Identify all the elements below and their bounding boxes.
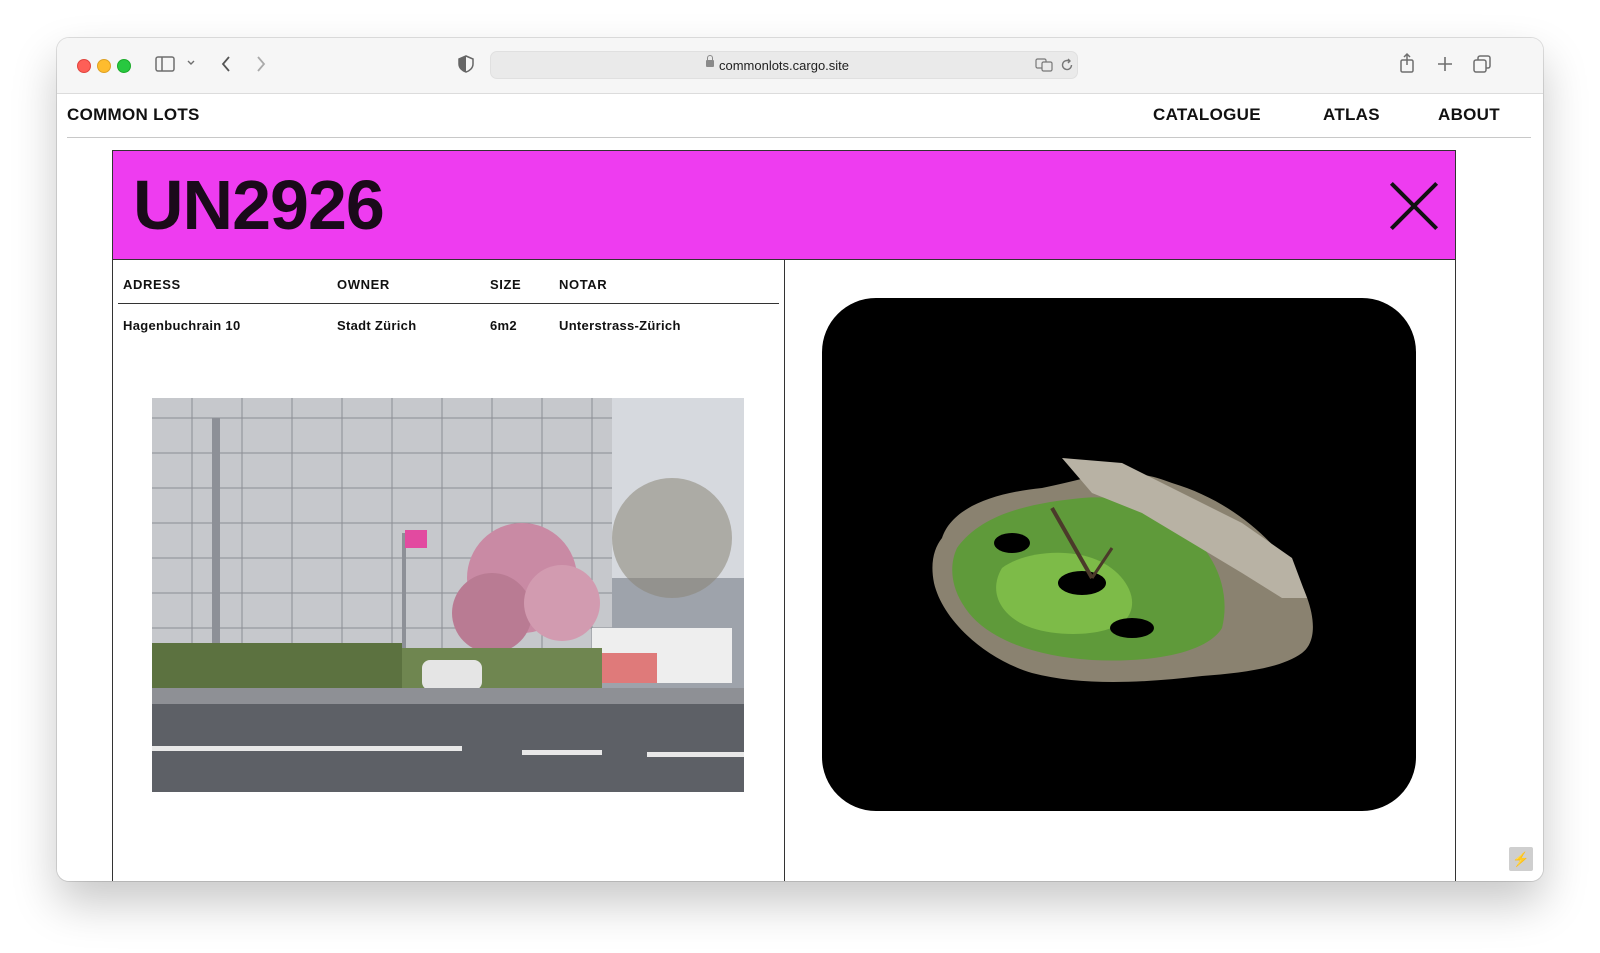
tab-overview-icon[interactable] [1473, 55, 1491, 73]
nav-atlas[interactable]: ATLAS [1323, 105, 1380, 125]
nav-catalogue[interactable]: CATALOGUE [1153, 105, 1261, 125]
value-size: 6m2 [490, 318, 517, 333]
chevron-down-icon[interactable] [187, 60, 195, 66]
lightning-icon[interactable]: ⚡ [1509, 847, 1533, 871]
sidebar-icon[interactable] [155, 56, 175, 72]
close-icon[interactable] [1389, 181, 1439, 231]
street-photo-illustration [152, 398, 744, 792]
back-icon[interactable] [220, 55, 232, 73]
header-notar: NOTAR [559, 277, 608, 292]
lot-id-title: UN2926 [133, 166, 385, 244]
nav-about[interactable]: ABOUT [1438, 105, 1500, 125]
browser-window: commonlots.cargo.site COMMON LOTS CATALO… [57, 38, 1543, 881]
share-icon[interactable] [1399, 52, 1415, 74]
column-divider [784, 259, 785, 881]
value-notar: Unterstrass-Zürich [559, 318, 681, 333]
table-header-row: ADRESS OWNER SIZE NOTAR [118, 271, 779, 304]
value-adress: Hagenbuchrain 10 [123, 318, 241, 333]
page-content: COMMON LOTS CATALOGUE ATLAS ABOUT UN2926… [57, 94, 1543, 881]
lot-info-table: ADRESS OWNER SIZE NOTAR Hagenbuchrain 10… [118, 271, 779, 342]
header-adress: ADRESS [123, 277, 181, 292]
header-owner: OWNER [337, 277, 390, 292]
lot-header: UN2926 [113, 151, 1455, 260]
lot-detail-panel: UN2926 ADRESS OWNER SIZE NOTAR Hagenbuch… [112, 150, 1456, 881]
translate-icon[interactable] [1035, 58, 1053, 72]
new-tab-icon[interactable] [1437, 56, 1453, 72]
forward-icon[interactable] [255, 55, 267, 73]
address-bar[interactable]: commonlots.cargo.site [490, 51, 1078, 79]
minimize-window-button[interactable] [97, 59, 111, 73]
header-size: SIZE [490, 277, 522, 292]
table-row: Hagenbuchrain 10 Stadt Zürich 6m2 Unters… [118, 304, 779, 342]
url-text: commonlots.cargo.site [718, 58, 850, 73]
close-window-button[interactable] [77, 59, 91, 73]
3d-model-viewer[interactable] [822, 298, 1416, 811]
zoom-window-button[interactable] [117, 59, 131, 73]
reload-icon[interactable] [1060, 58, 1074, 72]
site-header: COMMON LOTS CATALOGUE ATLAS ABOUT [67, 94, 1531, 138]
browser-toolbar: commonlots.cargo.site [57, 38, 1543, 94]
3d-scan-illustration [932, 458, 1313, 682]
shield-icon[interactable] [458, 55, 474, 73]
lot-photo[interactable] [152, 398, 744, 792]
site-title[interactable]: COMMON LOTS [67, 105, 200, 125]
value-owner: Stadt Zürich [337, 318, 417, 333]
